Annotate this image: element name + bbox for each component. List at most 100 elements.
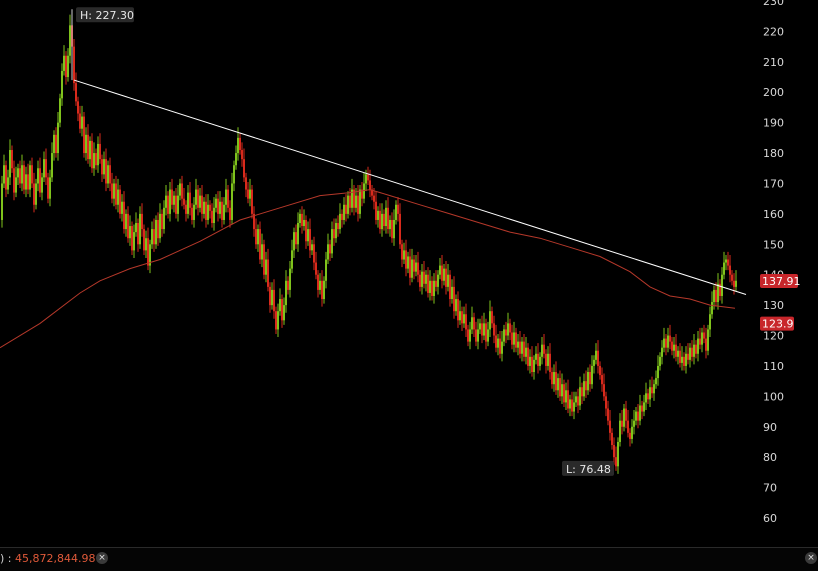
candle-body — [79, 113, 81, 129]
candle-body — [1, 183, 3, 220]
candle-body — [475, 329, 477, 342]
candle-body — [501, 341, 503, 354]
candle-body — [259, 229, 261, 260]
candle-body — [523, 341, 525, 357]
candle-body — [543, 344, 545, 354]
candle-body — [383, 213, 385, 227]
candle-body — [685, 353, 687, 366]
candle-body — [129, 226, 131, 239]
candle-body — [115, 183, 117, 205]
candle-body — [679, 350, 681, 363]
candle-body — [735, 280, 737, 287]
candle-body — [651, 387, 653, 394]
candle-body — [177, 195, 179, 214]
candle-body — [645, 393, 647, 403]
candle-body — [329, 244, 331, 254]
candle-body — [197, 189, 199, 208]
candle-body — [185, 204, 187, 214]
candle-body — [249, 189, 251, 199]
candle-body — [399, 213, 401, 245]
candle-body — [275, 311, 277, 330]
candle-body — [83, 116, 85, 154]
candle-body — [359, 189, 361, 214]
y-axis: 2302202102001901801701601501401301201101… — [763, 0, 784, 525]
candle-body — [59, 98, 61, 123]
candle-body — [191, 207, 193, 220]
candle-body — [47, 177, 49, 199]
candle-body — [209, 204, 211, 211]
candle-body — [463, 314, 465, 324]
candle-body — [173, 195, 175, 205]
candle-body — [53, 134, 55, 154]
candle-body — [239, 137, 241, 151]
candle-body — [301, 213, 303, 227]
candle-body — [703, 332, 705, 339]
candle-body — [425, 274, 427, 284]
candle-body — [225, 189, 227, 205]
candle-body — [443, 268, 445, 281]
candle-body — [733, 280, 735, 287]
candle-body — [105, 159, 107, 184]
candlestick-series — [1, 14, 737, 474]
candle-body — [389, 219, 391, 230]
candle-body — [485, 323, 487, 342]
candle-body — [515, 332, 517, 348]
candle-body — [571, 399, 573, 412]
price-chart[interactable]: 2302202102001901801701601501401301201101… — [0, 0, 818, 571]
candle-body — [251, 189, 253, 214]
candle-body — [367, 174, 369, 181]
candle-body — [143, 229, 145, 251]
chart-canvas[interactable]: 2302202102001901801701601501401301201101… — [0, 0, 818, 547]
candle-body — [375, 201, 377, 220]
candle-body — [9, 150, 11, 178]
candle-body — [315, 262, 317, 275]
candle-body — [69, 25, 71, 56]
close-icon[interactable]: × — [805, 552, 817, 564]
candle-body — [561, 384, 563, 397]
candle-body — [397, 204, 399, 214]
candle-body — [101, 159, 103, 175]
candle-body — [465, 314, 467, 330]
last-price-label: 137.91 — [762, 275, 801, 288]
candle-body — [461, 311, 463, 324]
candle-body — [327, 244, 329, 260]
candle-body — [311, 244, 313, 251]
candle-body — [297, 223, 299, 245]
candle-body — [649, 387, 651, 400]
candle-body — [405, 250, 407, 269]
moving-average-tag: 123.9 — [760, 316, 794, 331]
y-tick-label: 220 — [763, 25, 784, 38]
candle-body — [573, 402, 575, 412]
candle-body — [451, 286, 453, 300]
candle-body — [189, 192, 191, 208]
candle-body — [215, 198, 217, 208]
candle-body — [415, 262, 417, 272]
candle-body — [557, 378, 559, 391]
candle-body — [605, 396, 607, 409]
y-tick-label: 190 — [763, 117, 784, 130]
candle-body — [385, 207, 387, 227]
candle-body — [653, 384, 655, 394]
candle-body — [457, 299, 459, 321]
candle-body — [165, 195, 167, 208]
candle-body — [179, 183, 181, 196]
candle-body — [447, 274, 449, 287]
close-icon[interactable]: × — [96, 552, 108, 564]
candle-body — [643, 402, 645, 412]
candle-body — [99, 143, 101, 160]
status-readout: ) : 45,872,844.98 — [0, 552, 95, 565]
candle-body — [41, 177, 43, 193]
y-tick-label: 100 — [763, 390, 784, 403]
y-tick-label: 70 — [763, 482, 777, 495]
candle-body — [63, 55, 65, 71]
candle-body — [559, 378, 561, 397]
candle-body — [541, 344, 543, 357]
candle-body — [707, 329, 709, 351]
candle-body — [697, 338, 699, 354]
candle-body — [611, 432, 613, 446]
candle-body — [33, 183, 35, 205]
candle-body — [711, 302, 713, 315]
candle-body — [657, 365, 659, 379]
candle-body — [535, 353, 537, 360]
candle-body — [581, 387, 583, 397]
